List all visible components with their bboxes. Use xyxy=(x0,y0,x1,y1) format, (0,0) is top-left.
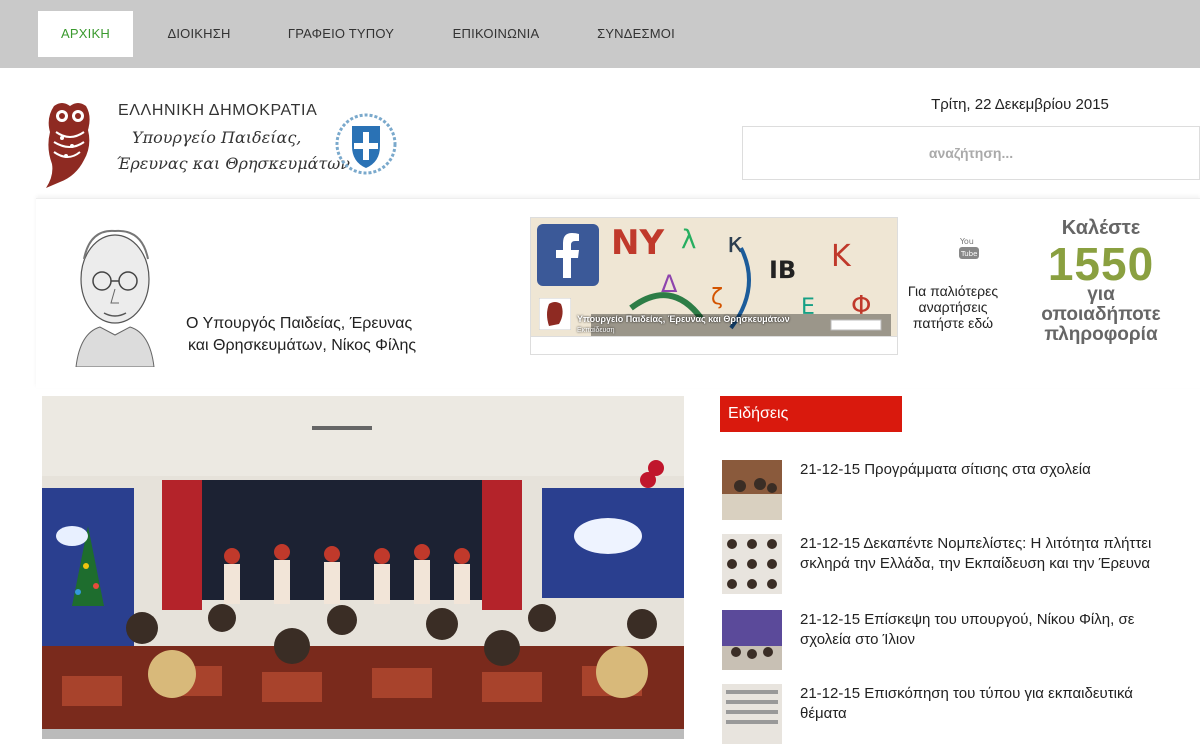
logo-subtitle-2: Έρευνας και Θρησκευμάτων xyxy=(116,154,351,173)
logo-subtitle-1: Υπουργείο Παιδείας, xyxy=(132,128,302,147)
facebook-page-preview[interactable]: NY λ κ ΙΒ Κ Δ ζ Ε Φ Υπουργείο Παιδείας, … xyxy=(530,217,898,355)
facebook-page-category: Εκπαίδευση xyxy=(577,327,615,334)
featured-news-photo[interactable] xyxy=(42,396,684,739)
nav-item-administration[interactable]: ΔΙΟΙΚΗΣΗ xyxy=(150,11,248,57)
news-thumbnail xyxy=(722,610,782,670)
call-description-line1: για xyxy=(1087,284,1115,305)
news-item[interactable]: 21-12-15 Δεκαπέντε Νομπελίστες: Η λιτότη… xyxy=(720,534,1180,594)
news-item[interactable]: 21-12-15 Επισκόπηση του τύπου για εκπαιδ… xyxy=(720,684,1180,744)
news-thumbnail xyxy=(722,460,782,520)
news-section-title: Ειδήσεις xyxy=(720,396,902,432)
current-date: Τρίτη, 22 Δεκεμβρίου 2015 xyxy=(931,96,1109,113)
news-headline: 21-12-15 Επίσκεψη του υπουργού, Νίκου Φί… xyxy=(800,611,1135,648)
search-input[interactable] xyxy=(742,126,1200,180)
svg-text:ΙΒ: ΙΒ xyxy=(769,256,796,284)
svg-text:κ: κ xyxy=(727,226,744,259)
svg-text:NY: NY xyxy=(611,223,664,263)
older-posts-link[interactable]: Για παλιότερες αναρτήσεις πατήστε εδώ xyxy=(898,283,1008,331)
minister-caption-line2: και Θρησκευμάτων, Νίκος Φίλης xyxy=(188,337,417,354)
news-item[interactable]: 21-12-15 Προγράμματα σίτισης στα σχολεία xyxy=(720,460,1180,520)
facebook-page-name: Υπουργείο Παιδείας, Έρευνας και Θρησκευμ… xyxy=(577,314,790,324)
news-thumbnail xyxy=(722,534,782,594)
svg-text:Κ: Κ xyxy=(831,239,852,274)
news-item[interactable]: 21-12-15 Επίσκεψη του υπουργού, Νίκου Φί… xyxy=(720,610,1180,670)
banner-area: Ο Υπουργός Παιδείας, Έρευνας και Θρησκευ… xyxy=(36,198,1200,388)
svg-text:λ: λ xyxy=(681,225,696,255)
greek-emblem-icon xyxy=(335,113,397,175)
minister-caption-line1: Ο Υπουργός Παιδείας, Έρευνας xyxy=(186,315,413,332)
owl-logo-icon xyxy=(46,103,90,188)
call-description-line3: πληροφορία xyxy=(1044,324,1158,345)
call-description: για οποιαδήποτε πληροφορία xyxy=(1026,285,1176,345)
nav-item-home[interactable]: ΑΡΧΙΚΗ xyxy=(38,11,133,57)
svg-text:Tube: Tube xyxy=(960,250,977,258)
news-headline: 21-12-15 Επισκόπηση του τύπου για εκπαιδ… xyxy=(800,685,1133,722)
site-header: ΕΛΛΗΝΙΚΗ ΔΗΜΟΚΡΑΤΙΑ Υπουργείο Παιδείας, … xyxy=(0,68,1200,196)
facebook-logo-icon xyxy=(537,224,599,286)
minister-portrait-image[interactable] xyxy=(60,217,170,367)
news-thumbnail xyxy=(722,684,782,744)
nav-item-links[interactable]: ΣΥΝΔΕΣΜΟΙ xyxy=(584,11,688,57)
ministry-logo[interactable]: ΕΛΛΗΝΙΚΗ ΔΗΜΟΚΡΑΤΙΑ Υπουργείο Παιδείας, … xyxy=(36,96,406,196)
nav-item-contact[interactable]: ΕΠΙΚΟΙΝΩΝΙΑ xyxy=(436,11,556,57)
nav-item-press-office[interactable]: ΓΡΑΦΕΙΟ ΤΥΠΟΥ xyxy=(276,11,406,57)
top-navigation: ΑΡΧΙΚΗ ΔΙΟΙΚΗΣΗ ΓΡΑΦΕΙΟ ΤΥΠΟΥ ΕΠΙΚΟΙΝΩΝΙ… xyxy=(0,0,1200,68)
facebook-profile-thumbnail xyxy=(539,298,571,330)
minister-caption[interactable]: Ο Υπουργός Παιδείας, Έρευνας και Θρησκευ… xyxy=(186,313,416,357)
school-event-photo xyxy=(42,396,684,739)
call-number: 1550 xyxy=(1047,238,1155,290)
logo-title: ΕΛΛΗΝΙΚΗ ΔΗΜΟΚΡΑΤΙΑ xyxy=(118,102,318,119)
svg-text:You: You xyxy=(959,237,974,246)
facebook-tab-strip xyxy=(531,336,897,354)
call-description-line2: οποιαδήποτε xyxy=(1041,304,1161,325)
youtube-icon[interactable]: You Tube xyxy=(958,235,980,261)
news-headline: 21-12-15 Δεκαπέντε Νομπελίστες: Η λιτότη… xyxy=(800,535,1152,572)
news-headline: 21-12-15 Προγράμματα σίτισης στα σχολεία xyxy=(800,461,1091,478)
svg-text:ζ: ζ xyxy=(711,285,723,310)
